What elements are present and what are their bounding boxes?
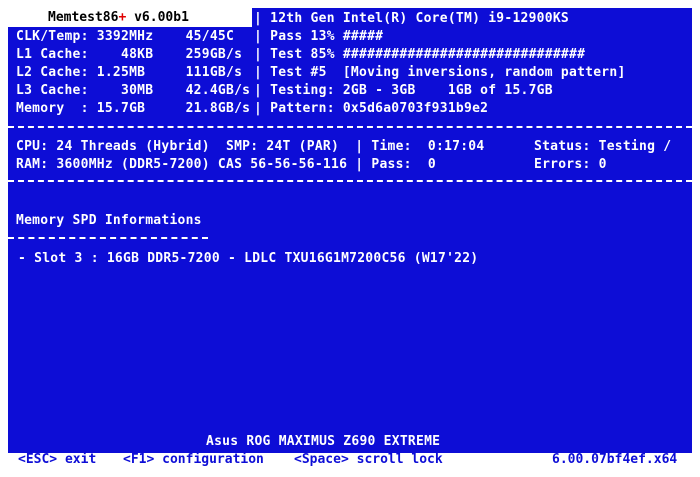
errors-text: Errors: 0: [534, 157, 607, 172]
memory-row: Memory : 15.7GB 21.8GB/s: [16, 101, 251, 116]
memtest-screen: | 12th Gen Intel(R) Core(TM) i9-12900KS …: [8, 8, 692, 453]
divider-top: [8, 126, 692, 128]
ram-info-line: RAM: 3600MHz (DDR5-7200) CAS 56-56-56-11…: [16, 157, 436, 172]
spd-heading: Memory SPD Informations: [16, 213, 202, 228]
plus-mark: +: [118, 10, 127, 25]
app-version: v6.00b1: [134, 10, 189, 25]
current-test: | Test #5 [Moving inversions, random pat…: [254, 65, 626, 80]
footer-bar: <ESC> exit <F1> configuration <Space> sc…: [0, 453, 700, 477]
spd-slot-entry: - Slot 3 : 16GB DDR5-7200 - LDLC TXU16G1…: [18, 251, 479, 266]
status-text: Status: Testing /: [534, 139, 672, 154]
exit-key-hint[interactable]: <ESC> exit: [18, 453, 96, 467]
scroll-lock-key-hint[interactable]: <Space> scroll lock: [294, 453, 443, 467]
configuration-key-hint[interactable]: <F1> configuration: [123, 453, 264, 467]
l3-cache-row: L3 Cache: 30MB 42.4GB/s: [16, 83, 251, 98]
title-bar: Memtest86+ v6.00b1: [8, 8, 252, 27]
l1-cache-row: L1 Cache: 48KB 259GB/s: [16, 47, 243, 62]
pass-progress: | Pass 13% #####: [254, 29, 384, 44]
clk-temp-row: CLK/Temp: 3392MHz 45/45C: [16, 29, 235, 44]
divider-bottom: [8, 180, 692, 182]
board-name: Asus ROG MAXIMUS Z690 EXTREME: [206, 434, 441, 449]
l2-cache-row: L2 Cache: 1.25MB 111GB/s: [16, 65, 243, 80]
app-name: Memtest86: [48, 10, 119, 25]
spd-underline: [8, 237, 208, 239]
build-version: 6.00.07bf4ef.x64: [552, 452, 678, 467]
cpu-info-line: CPU: 24 Threads (Hybrid) SMP: 24T (PAR) …: [16, 139, 485, 154]
test-progress: | Test 85% #############################…: [254, 47, 586, 62]
testing-range: | Testing: 2GB - 3GB 1GB of 15.7GB: [254, 83, 553, 98]
app-title: Memtest86+ v6.00b1: [48, 8, 189, 27]
pattern-row: | Pattern: 0x5d6a0703f931b9e2: [254, 101, 489, 116]
cpu-model: | 12th Gen Intel(R) Core(TM) i9-12900KS: [254, 11, 569, 26]
